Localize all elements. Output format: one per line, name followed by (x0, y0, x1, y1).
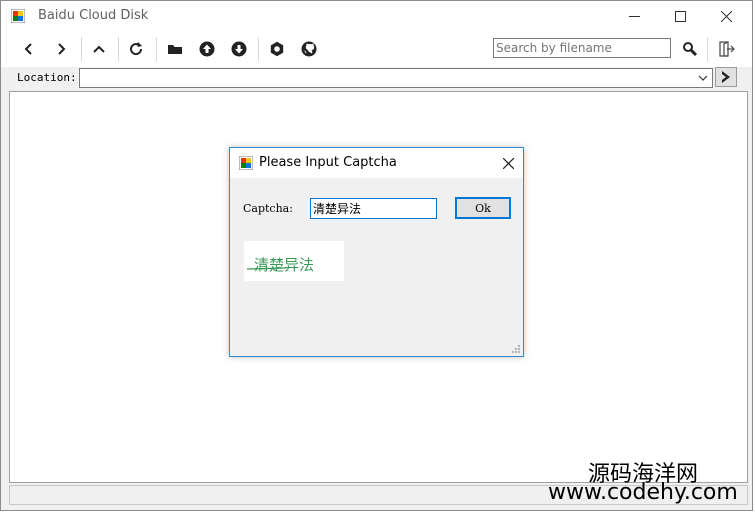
search-input[interactable] (493, 38, 671, 58)
github-icon (301, 41, 317, 57)
up-button[interactable] (87, 37, 111, 61)
search-button[interactable] (678, 37, 702, 61)
app-icon (11, 9, 25, 23)
resize-grip-icon[interactable] (511, 344, 521, 354)
dialog-title: Please Input Captcha (259, 155, 397, 170)
minimize-button[interactable] (611, 1, 657, 31)
chevron-up-icon (93, 45, 105, 53)
download-button[interactable] (227, 37, 251, 61)
captcha-label: Captcha: (243, 202, 293, 215)
chevron-down-icon[interactable] (697, 72, 709, 84)
gear-icon (270, 41, 284, 57)
captcha-dialog: Please Input Captcha Captcha: Ok 清楚异法 (229, 147, 524, 357)
back-button[interactable] (17, 37, 41, 61)
close-button[interactable] (703, 1, 749, 31)
dialog-close-button[interactable] (499, 154, 517, 172)
go-button[interactable] (715, 67, 737, 87)
location-bar: Location: (1, 67, 752, 89)
maximize-icon (674, 10, 686, 22)
refresh-icon (130, 42, 143, 56)
location-label: Location: (17, 71, 77, 84)
chevron-left-icon (24, 43, 32, 55)
github-button[interactable] (297, 37, 321, 61)
toolbar-separator (118, 37, 119, 61)
dialog-app-icon (239, 156, 253, 170)
close-icon (502, 157, 514, 169)
upload-icon (199, 41, 215, 57)
ok-button[interactable]: Ok (455, 197, 511, 219)
toolbar (1, 31, 752, 67)
forward-button[interactable] (49, 37, 73, 61)
dialog-title-bar: Please Input Captcha (230, 148, 523, 178)
toolbar-separator (156, 37, 157, 61)
chevron-right-icon (58, 43, 66, 55)
toolbar-separator (258, 37, 259, 61)
refresh-button[interactable] (124, 37, 148, 61)
magnifier-icon (683, 42, 698, 57)
new-folder-button[interactable] (163, 37, 187, 61)
close-icon (720, 10, 732, 22)
folder-icon (168, 45, 182, 54)
logout-button[interactable] (715, 37, 739, 61)
title-bar: Baidu Cloud Disk (1, 1, 752, 31)
captcha-input[interactable] (310, 198, 437, 219)
settings-button[interactable] (265, 37, 289, 61)
location-combobox[interactable] (79, 68, 713, 88)
upload-button[interactable] (195, 37, 219, 61)
download-icon (231, 41, 247, 57)
maximize-button[interactable] (657, 1, 703, 31)
captcha-image-text: 清楚异法 (254, 256, 314, 274)
toolbar-separator (707, 37, 708, 61)
captcha-image: 清楚异法 (244, 241, 344, 281)
arrow-right-icon (722, 71, 730, 83)
window-title: Baidu Cloud Disk (38, 8, 149, 23)
minimize-icon (628, 15, 640, 17)
watermark-url: www.codehy.com (548, 480, 738, 505)
toolbar-separator (81, 37, 82, 61)
logout-icon (719, 41, 735, 57)
